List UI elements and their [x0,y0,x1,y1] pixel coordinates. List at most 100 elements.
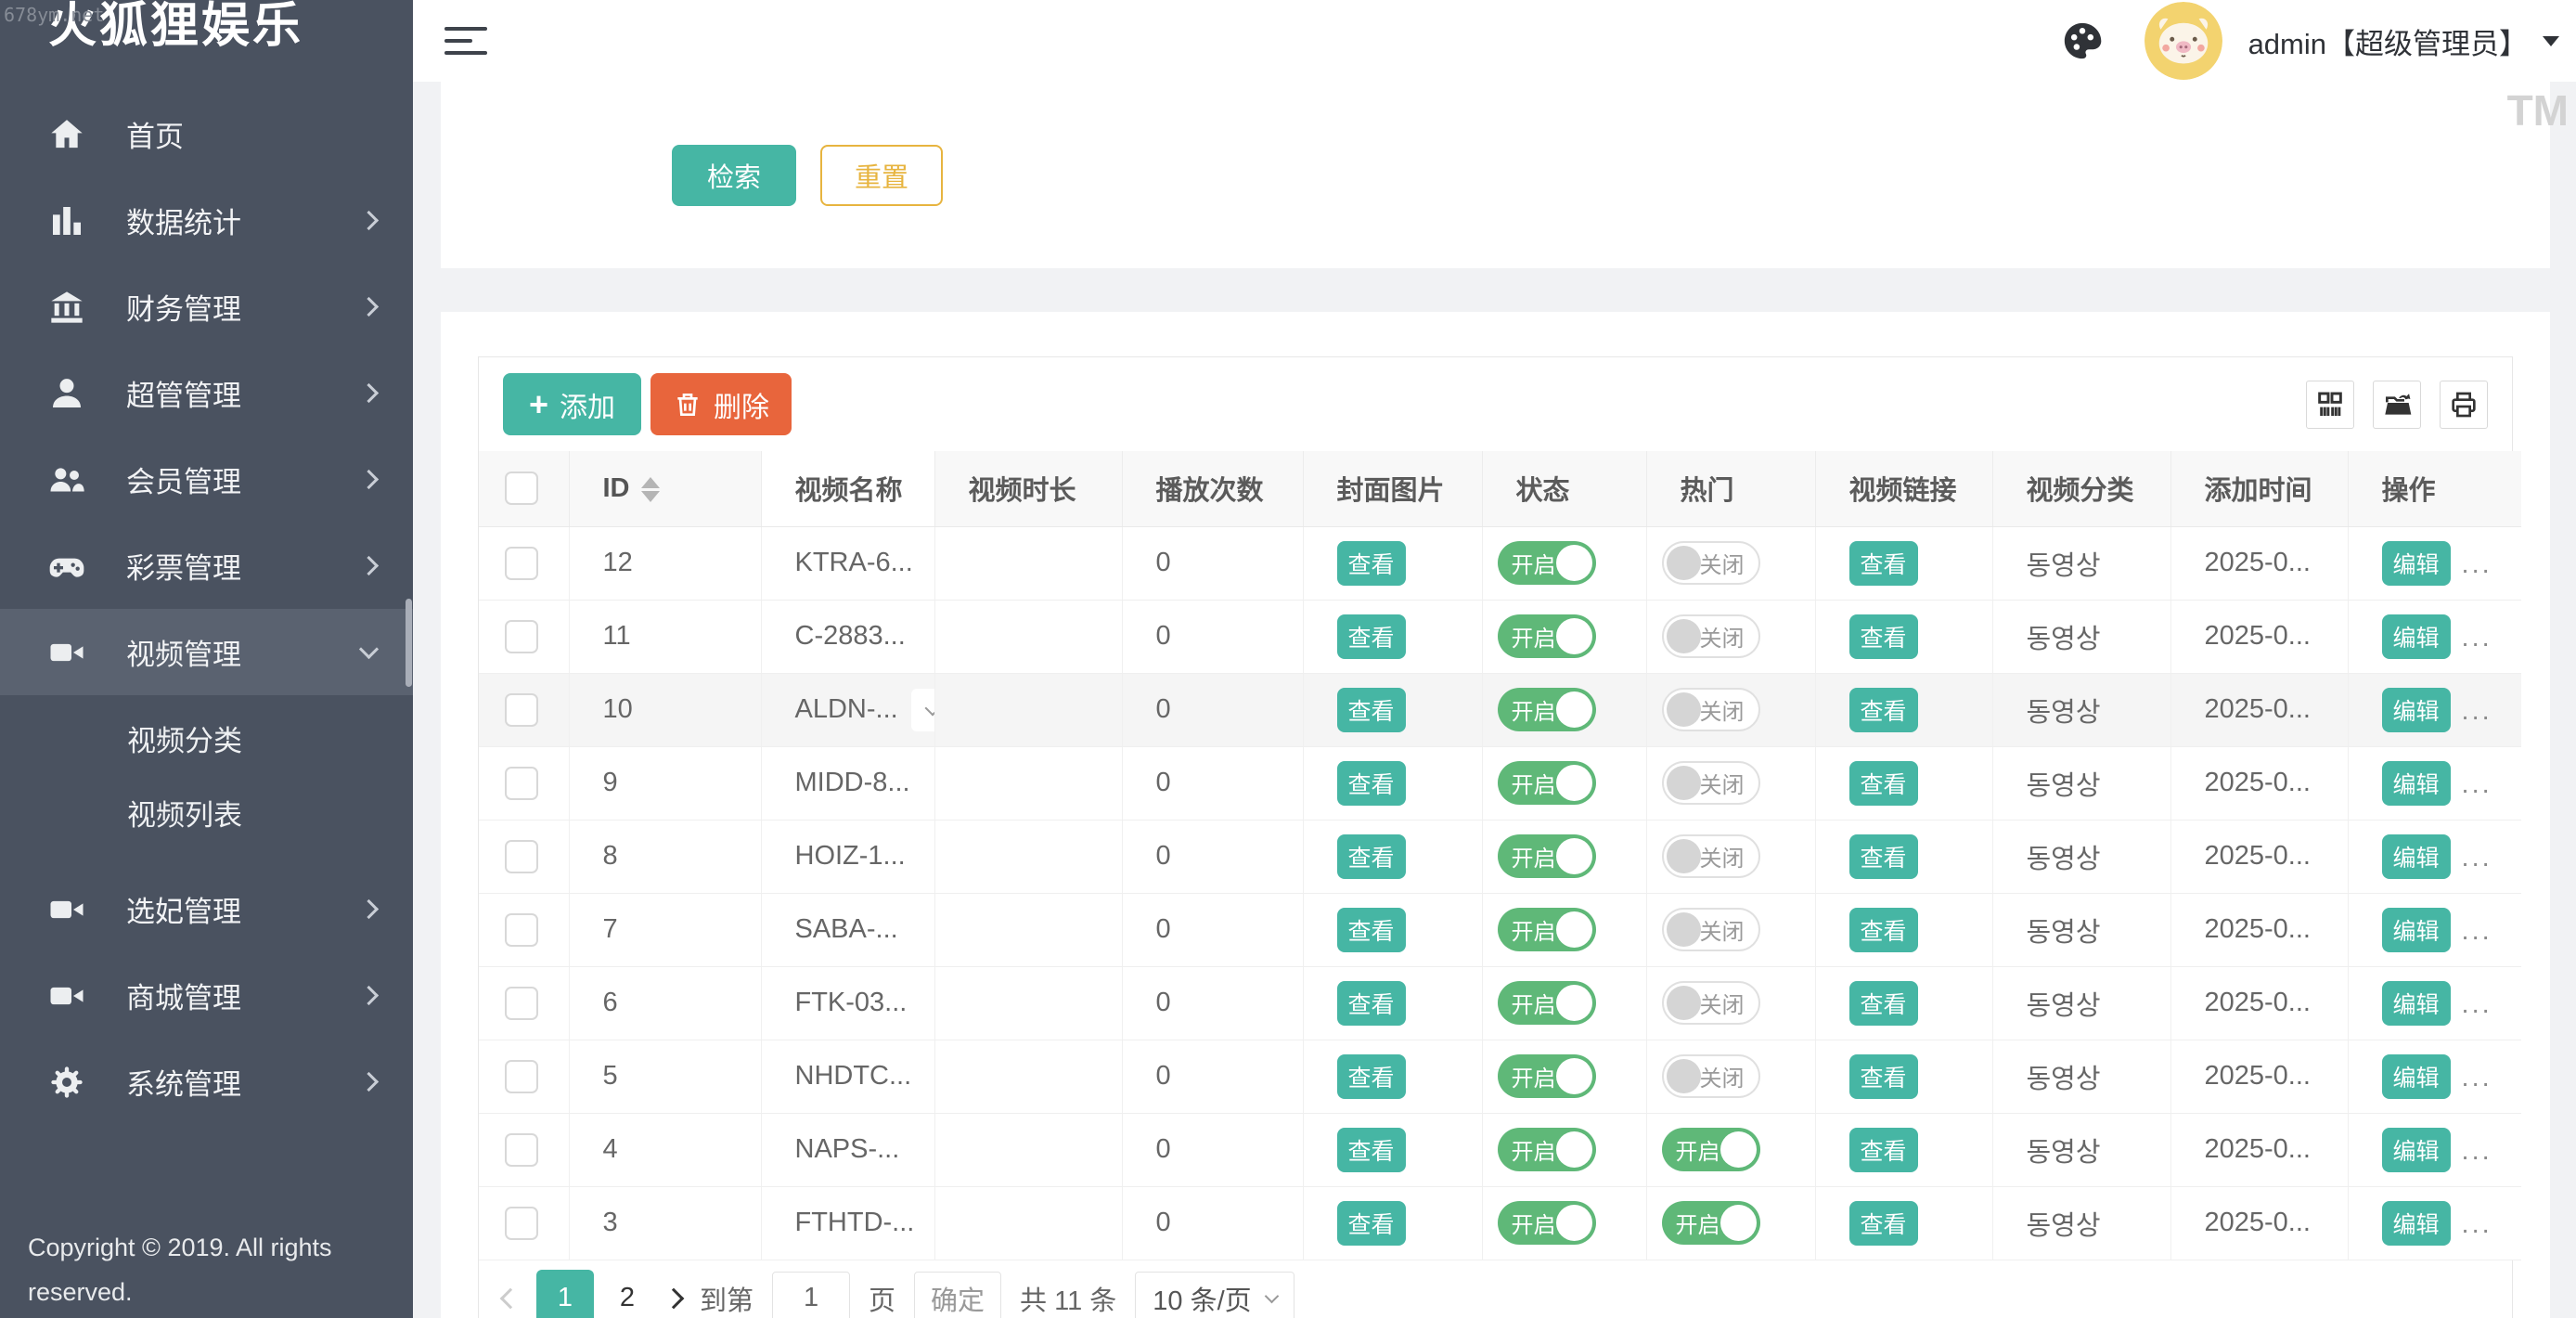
view-cover-button[interactable]: 查看 [1337,1054,1406,1099]
row-checkbox[interactable] [505,987,538,1020]
sidebar-item-视频管理[interactable]: 视频管理 [0,609,413,695]
sidebar-item-财务管理[interactable]: 财务管理 [0,264,413,350]
hot-toggle[interactable]: 关闭 [1662,1054,1760,1098]
more-actions[interactable]: ... [2462,1209,2492,1239]
hot-toggle[interactable]: 关闭 [1662,834,1760,878]
more-actions[interactable]: ... [2462,843,2492,872]
view-link-button[interactable]: 查看 [1849,688,1918,732]
edit-button[interactable]: 编辑 [2382,541,2451,586]
menu-toggle-icon[interactable] [444,19,487,63]
theme-palette-icon[interactable] [2061,19,2104,62]
select-all-checkbox[interactable] [505,472,538,505]
hot-toggle[interactable]: 关闭 [1662,541,1760,585]
hot-toggle[interactable]: 关闭 [1662,614,1760,658]
admin-user-label[interactable]: admin【超级管理员】 [2248,20,2528,62]
more-actions[interactable]: ... [2462,1136,2492,1166]
view-link-button[interactable]: 查看 [1849,614,1918,659]
columns-icon[interactable] [2306,381,2354,429]
print-icon[interactable] [2440,381,2488,429]
edit-button[interactable]: 编辑 [2382,1128,2451,1172]
status-toggle[interactable]: 开启 [1498,834,1596,878]
next-page-icon[interactable] [663,1287,685,1309]
edit-button[interactable]: 编辑 [2382,1201,2451,1246]
status-toggle[interactable]: 开启 [1498,981,1596,1025]
edit-button[interactable]: 编辑 [2382,981,2451,1026]
view-link-button[interactable]: 查看 [1849,1128,1918,1172]
sidebar-subitem-视频列表[interactable]: 视频列表 [0,775,413,849]
row-checkbox[interactable] [505,547,538,580]
view-link-button[interactable]: 查看 [1849,761,1918,806]
more-actions[interactable]: ... [2462,623,2492,653]
sidebar-item-商城管理[interactable]: 商城管理 [0,952,413,1039]
sort-icon[interactable] [641,477,660,502]
hot-toggle[interactable]: 开启 [1662,1201,1760,1245]
more-actions[interactable]: ... [2462,916,2492,946]
view-link-button[interactable]: 查看 [1849,908,1918,952]
status-toggle[interactable]: 开启 [1498,1128,1596,1171]
edit-button[interactable]: 编辑 [2382,614,2451,659]
more-actions[interactable]: ... [2462,696,2492,726]
row-checkbox[interactable] [505,1060,538,1093]
view-cover-button[interactable]: 查看 [1337,834,1406,879]
add-button[interactable]: + 添加 [503,373,641,435]
status-toggle[interactable]: 开启 [1498,908,1596,951]
row-checkbox[interactable] [505,913,538,947]
row-checkbox[interactable] [505,840,538,873]
search-button[interactable]: 检索 [672,145,796,206]
sidebar-scrollbar[interactable] [406,599,412,687]
expand-row-button[interactable] [911,689,934,731]
sidebar-item-超管管理[interactable]: 超管管理 [0,350,413,436]
more-actions[interactable]: ... [2462,989,2492,1019]
view-cover-button[interactable]: 查看 [1337,614,1406,659]
sidebar-item-数据统计[interactable]: 数据统计 [0,177,413,264]
view-link-button[interactable]: 查看 [1849,541,1918,586]
status-toggle[interactable]: 开启 [1498,541,1596,585]
view-cover-button[interactable]: 查看 [1337,541,1406,586]
row-checkbox[interactable] [505,1133,538,1167]
more-actions[interactable]: ... [2462,769,2492,799]
status-toggle[interactable]: 开启 [1498,1054,1596,1098]
status-toggle[interactable]: 开启 [1498,761,1596,805]
view-link-button[interactable]: 查看 [1849,1054,1918,1099]
row-checkbox[interactable] [505,767,538,800]
view-cover-button[interactable]: 查看 [1337,688,1406,732]
status-toggle[interactable]: 开启 [1498,688,1596,731]
avatar[interactable] [2145,2,2222,80]
view-link-button[interactable]: 查看 [1849,981,1918,1026]
delete-button[interactable]: 删除 [650,373,792,435]
sidebar-item-彩票管理[interactable]: 彩票管理 [0,523,413,609]
hot-toggle[interactable]: 关闭 [1662,981,1760,1025]
page-number-1[interactable]: 1 [536,1270,594,1318]
per-page-select[interactable]: 10 条/页 [1135,1272,1294,1318]
edit-button[interactable]: 编辑 [2382,761,2451,806]
sidebar-item-系统管理[interactable]: 系统管理 [0,1039,413,1125]
export-icon[interactable] [2373,381,2421,429]
edit-button[interactable]: 编辑 [2382,834,2451,879]
status-toggle[interactable]: 开启 [1498,1201,1596,1245]
edit-button[interactable]: 编辑 [2382,908,2451,952]
more-actions[interactable]: ... [2462,1063,2492,1092]
hot-toggle[interactable]: 开启 [1662,1128,1760,1171]
page-number-2[interactable]: 2 [607,1270,648,1318]
row-checkbox[interactable] [505,1207,538,1240]
reset-button[interactable]: 重置 [820,145,943,206]
row-checkbox[interactable] [505,693,538,727]
hot-toggle[interactable]: 关闭 [1662,908,1760,951]
more-actions[interactable]: ... [2462,549,2492,579]
view-cover-button[interactable]: 查看 [1337,981,1406,1026]
prev-page-icon[interactable] [500,1287,522,1309]
hot-toggle[interactable]: 关闭 [1662,688,1760,731]
edit-button[interactable]: 编辑 [2382,688,2451,732]
view-link-button[interactable]: 查看 [1849,834,1918,879]
goto-page-input[interactable] [772,1272,850,1318]
edit-button[interactable]: 编辑 [2382,1054,2451,1099]
sidebar-item-会员管理[interactable]: 会员管理 [0,436,413,523]
hot-toggle[interactable]: 关闭 [1662,761,1760,805]
sidebar-item-选妃管理[interactable]: 选妃管理 [0,866,413,952]
sidebar-item-首页[interactable]: 首页 [0,91,413,177]
view-cover-button[interactable]: 查看 [1337,1128,1406,1172]
view-cover-button[interactable]: 查看 [1337,908,1406,952]
view-cover-button[interactable]: 查看 [1337,1201,1406,1246]
confirm-page-button[interactable]: 确定 [914,1272,1001,1318]
view-link-button[interactable]: 查看 [1849,1201,1918,1246]
